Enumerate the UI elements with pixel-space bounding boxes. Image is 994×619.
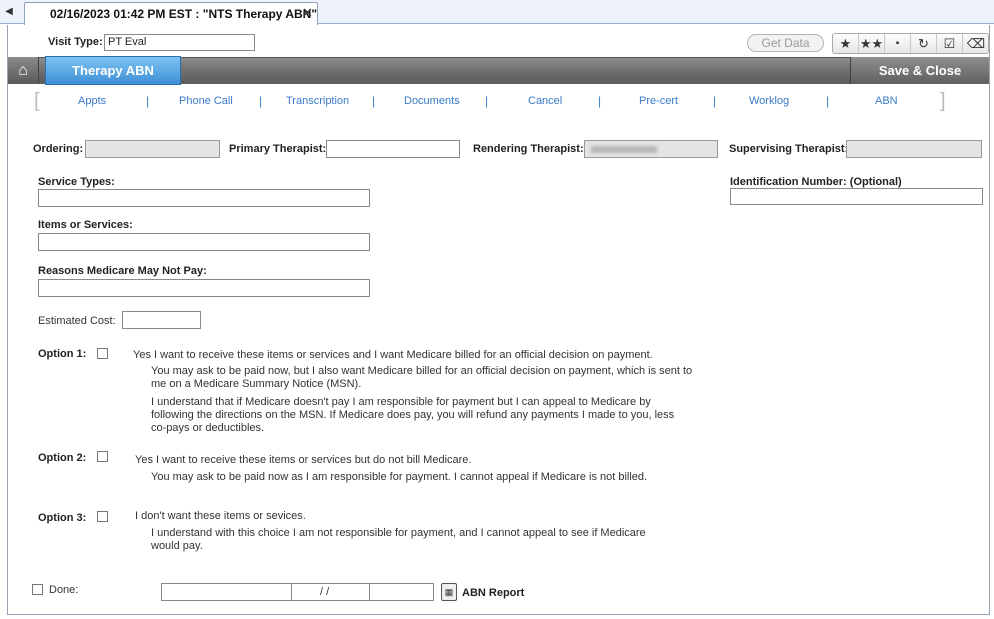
calendar-icon[interactable]: ▦: [441, 583, 457, 601]
option-2-text: Yes I want to receive these items or ser…: [135, 454, 472, 466]
redacted-name: [591, 146, 657, 153]
double-star-icon[interactable]: ★★: [859, 34, 885, 53]
link-separator: |: [485, 94, 489, 108]
option-3-label: Option 3:: [38, 512, 87, 524]
option-1-detail: You may ask to be paid now, but I also w…: [151, 365, 693, 377]
tab-scroll-left-icon[interactable]: ◀: [2, 3, 16, 21]
save-close-button[interactable]: Save & Close: [850, 57, 989, 84]
ordering-label: Ordering:: [33, 143, 84, 155]
primary-therapist-label: Primary Therapist:: [229, 143, 327, 155]
link-separator: |: [372, 94, 376, 108]
option-1-text: Yes I want to receive these items or ser…: [133, 349, 653, 361]
supervising-therapist-label: Supervising Therapist:: [729, 143, 849, 155]
option-1-label: Option 1:: [38, 348, 87, 360]
checklist-icon[interactable]: ☑: [937, 34, 963, 53]
link-separator: |: [146, 94, 150, 108]
option-3-detail: I understand with this choice I am not r…: [151, 527, 646, 539]
tab-therapy-abn[interactable]: Therapy ABN: [45, 56, 181, 85]
done-date-field[interactable]: / /: [161, 583, 434, 601]
service-types-label: Service Types:: [38, 176, 115, 188]
supervising-therapist-field[interactable]: [846, 140, 982, 158]
document-tab-title: 02/16/2023 01:42 PM EST : "NTS Therapy A…: [50, 7, 318, 21]
option-3-checkbox[interactable]: [97, 511, 108, 522]
option-2-checkbox[interactable]: [97, 451, 108, 462]
eraser-icon[interactable]: ⌫: [963, 34, 989, 53]
links-bracket-right: ]: [940, 90, 946, 112]
link-pre-cert[interactable]: Pre-cert: [639, 95, 678, 107]
items-services-field[interactable]: [38, 233, 370, 251]
identification-number-label: Identification Number: (Optional): [730, 176, 902, 188]
reasons-label: Reasons Medicare May Not Pay:: [38, 265, 207, 277]
option-1-detail: co-pays or deductibles.: [151, 422, 265, 434]
link-transcription[interactable]: Transcription: [286, 95, 349, 107]
done-label: Done:: [49, 584, 79, 596]
save-icon[interactable]: ▪: [885, 34, 911, 53]
estimated-cost-field[interactable]: [122, 311, 201, 329]
link-documents[interactable]: Documents: [404, 95, 460, 107]
option-1-detail: me on a Medicare Summary Notice (MSN).: [151, 378, 362, 390]
get-data-button[interactable]: Get Data: [747, 34, 824, 52]
option-3-detail: would pay.: [151, 540, 203, 552]
ordering-field[interactable]: [85, 140, 220, 158]
option-2-detail: You may ask to be paid now as I am respo…: [151, 471, 648, 483]
link-worklog[interactable]: Worklog: [749, 95, 789, 107]
home-icon[interactable]: ⌂: [8, 57, 39, 84]
link-separator: |: [598, 94, 602, 108]
date-divider: [291, 584, 292, 600]
rendering-therapist-field[interactable]: [584, 140, 718, 158]
identification-number-field[interactable]: [730, 188, 983, 205]
link-appts[interactable]: Appts: [78, 95, 106, 107]
abn-report-link[interactable]: ABN Report: [462, 587, 524, 599]
link-separator: |: [826, 94, 830, 108]
primary-therapist-field[interactable]: [326, 140, 460, 158]
date-separator: / /: [320, 586, 330, 598]
link-cancel[interactable]: Cancel: [528, 95, 562, 107]
close-icon[interactable]: ✕: [302, 5, 313, 21]
link-phone-call[interactable]: Phone Call: [179, 95, 233, 107]
links-bracket-left: [: [34, 90, 40, 112]
star-icon[interactable]: ★: [833, 34, 859, 53]
rendering-therapist-label: Rendering Therapist:: [473, 143, 584, 155]
option-1-detail: following the directions on the MSN. If …: [151, 409, 675, 421]
refresh-icon[interactable]: ↻: [911, 34, 937, 53]
link-separator: |: [259, 94, 263, 108]
visit-type-label: Visit Type:: [48, 36, 103, 48]
visit-type-input[interactable]: PT Eval: [104, 34, 255, 51]
service-types-field[interactable]: [38, 189, 370, 207]
link-abn[interactable]: ABN: [875, 95, 898, 107]
items-services-label: Items or Services:: [38, 219, 133, 231]
estimated-cost-label: Estimated Cost:: [38, 315, 116, 327]
document-tab[interactable]: 02/16/2023 01:42 PM EST : "NTS Therapy A…: [24, 2, 318, 25]
done-checkbox[interactable]: [32, 584, 43, 595]
toolbar-icon-group: ★ ★★ ▪ ↻ ☑ ⌫: [832, 33, 989, 54]
option-1-checkbox[interactable]: [97, 348, 108, 359]
option-1-detail: I understand that if Medicare doesn't pa…: [151, 396, 651, 408]
option-3-text: I don't want these items or sevices.: [135, 510, 306, 522]
date-divider: [369, 584, 370, 600]
option-2-label: Option 2:: [38, 452, 87, 464]
reasons-field[interactable]: [38, 279, 370, 297]
link-separator: |: [713, 94, 717, 108]
